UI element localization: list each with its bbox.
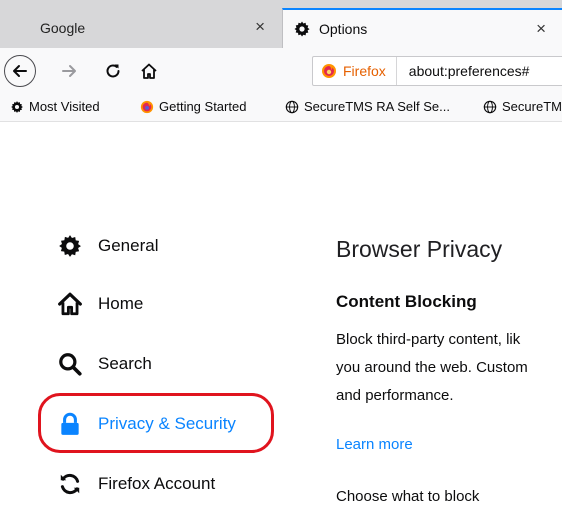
identity-label: Firefox bbox=[343, 63, 386, 79]
gear-icon bbox=[293, 20, 311, 38]
home-button[interactable] bbox=[134, 56, 164, 86]
reload-button[interactable] bbox=[98, 56, 128, 86]
identity-box[interactable]: Firefox bbox=[313, 57, 397, 85]
forward-arrow-icon bbox=[62, 65, 76, 77]
bookmark-label: SecureTM bbox=[502, 99, 562, 114]
description-line: you around the web. Custom bbox=[336, 359, 528, 376]
bookmark-most-visited[interactable]: Most Visited bbox=[10, 99, 100, 114]
bookmark-label: Getting Started bbox=[159, 99, 247, 114]
navigation-toolbar: Firefox about:preferences# bbox=[0, 48, 562, 94]
home-icon bbox=[141, 63, 157, 79]
bookmark-label: SecureTMS RA Self Se... bbox=[304, 99, 450, 114]
sidebar-item-general[interactable]: General bbox=[56, 226, 158, 266]
close-icon[interactable]: × bbox=[536, 19, 546, 39]
tab-options[interactable]: Options × bbox=[282, 8, 562, 48]
tab-title: Options bbox=[319, 21, 368, 37]
sidebar-item-label: Firefox Account bbox=[98, 474, 216, 493]
close-icon[interactable]: × bbox=[255, 17, 265, 37]
globe-icon bbox=[285, 100, 299, 114]
firefox-icon bbox=[322, 64, 336, 78]
page-title: Browser Privacy bbox=[336, 236, 503, 262]
sidebar-item-label: Search bbox=[98, 354, 152, 373]
sidebar-item-firefox-account[interactable]: Firefox Account bbox=[56, 464, 215, 504]
search-icon bbox=[56, 350, 84, 378]
back-arrow-icon bbox=[13, 65, 27, 77]
choose-what-to-block-label: Choose what to block bbox=[336, 488, 480, 505]
gear-icon bbox=[56, 232, 84, 260]
bookmarks-toolbar: Most Visited Getting Started SecureTMS R… bbox=[0, 94, 562, 122]
url-text[interactable]: about:preferences# bbox=[397, 63, 530, 79]
globe-icon bbox=[483, 100, 497, 114]
tab-google[interactable]: Google × bbox=[0, 8, 281, 48]
address-bar[interactable]: Firefox about:preferences# bbox=[312, 56, 562, 86]
description-line: Block third-party content, lik bbox=[336, 331, 521, 348]
sidebar-item-search[interactable]: Search bbox=[56, 344, 152, 384]
reload-icon bbox=[106, 64, 120, 78]
bookmark-securetms[interactable]: SecureTM bbox=[483, 99, 562, 114]
gear-icon bbox=[10, 100, 24, 114]
tab-strip: Google × Options × bbox=[0, 0, 562, 48]
bookmark-getting-started[interactable]: Getting Started bbox=[140, 99, 246, 114]
back-button[interactable] bbox=[4, 55, 36, 87]
sync-icon bbox=[56, 470, 84, 498]
section-description: Block third-party content, lik you aroun… bbox=[336, 326, 562, 410]
sidebar-item-home[interactable]: Home bbox=[56, 284, 143, 324]
tab-title: Google bbox=[40, 20, 86, 36]
forward-button[interactable] bbox=[54, 56, 84, 86]
bookmark-securetms-ra[interactable]: SecureTMS RA Self Se... bbox=[285, 99, 450, 114]
home-icon bbox=[56, 290, 84, 318]
learn-more-link[interactable]: Learn more bbox=[336, 436, 413, 453]
description-line: and performance. bbox=[336, 387, 454, 404]
bookmark-label: Most Visited bbox=[29, 99, 100, 114]
sidebar-item-label: General bbox=[98, 236, 159, 255]
sidebar-item-label: Home bbox=[98, 294, 144, 313]
section-title: Content Blocking bbox=[336, 292, 477, 311]
firefox-icon bbox=[140, 100, 154, 114]
highlight-annotation bbox=[38, 393, 274, 453]
